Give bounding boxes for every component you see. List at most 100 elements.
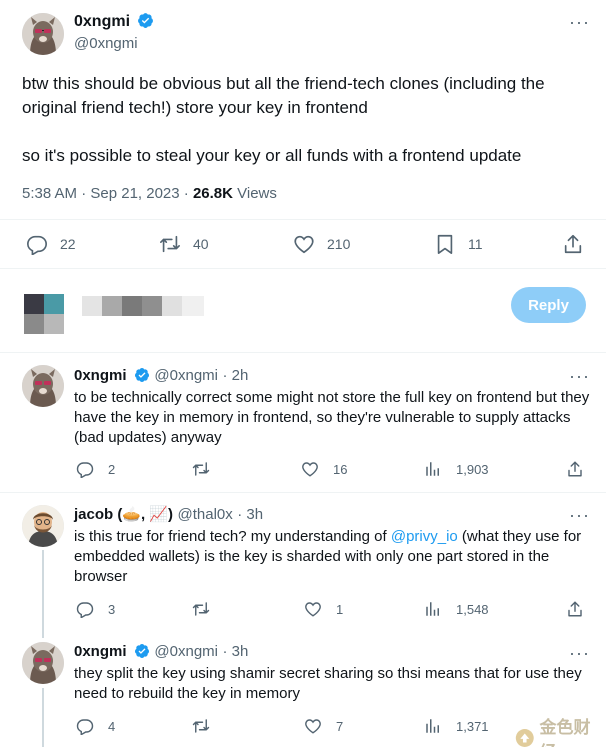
retweet-count: 40 — [193, 236, 209, 252]
reply2-retweet-action[interactable] — [192, 600, 210, 618]
watermark-text: 金色财经 — [539, 718, 591, 747]
more-options-icon[interactable]: ··· — [569, 643, 590, 664]
reply1-like-count: 16 — [333, 461, 348, 477]
more-options-icon[interactable]: ··· — [569, 366, 590, 387]
reply2-like-action[interactable]: 1 — [304, 600, 343, 618]
reply3-header: 0xngmi @0xngmi · 3h — [74, 643, 248, 664]
thread-line — [42, 550, 44, 638]
bookmark-action[interactable]: 11 — [434, 233, 483, 255]
reply3-time[interactable]: · 3h — [222, 643, 248, 660]
views-count: 26.8K — [192, 185, 233, 202]
divider — [0, 219, 606, 220]
share-icon — [568, 461, 582, 477]
retweet-icon — [160, 235, 180, 253]
share-action[interactable] — [562, 233, 584, 255]
reply1-handle[interactable]: @0xngmi — [154, 367, 218, 384]
share-icon — [568, 601, 582, 617]
reply3-like-action[interactable]: 7 — [304, 717, 343, 735]
divider — [0, 492, 606, 493]
divider — [0, 268, 606, 269]
share-icon — [564, 234, 582, 254]
heart-icon — [305, 719, 321, 734]
reply1-like-action[interactable]: 16 — [301, 460, 347, 478]
user-avatar-pixelated[interactable] — [24, 294, 64, 334]
verified-badge-icon — [134, 643, 150, 664]
reply2-header: jacob (🥧, 📈) @thal0x · 3h — [74, 505, 263, 524]
heart-icon — [305, 602, 321, 617]
like-action[interactable]: 210 — [293, 233, 350, 255]
reply2-share-action[interactable] — [566, 600, 584, 618]
reply1-time[interactable]: · 2h — [222, 367, 248, 384]
reply1-views-action[interactable]: 1,903 — [424, 460, 489, 478]
reply1-retweet-action[interactable] — [192, 460, 210, 478]
more-options-icon[interactable]: ··· — [569, 12, 590, 33]
reply3-like-count: 7 — [336, 718, 344, 734]
reply1-header: 0xngmi @0xngmi · 2h — [74, 367, 248, 388]
reply-action[interactable]: 22 — [26, 233, 76, 255]
views-label: Views — [232, 185, 277, 202]
watermark-logo: 金色财经 — [514, 713, 606, 747]
verified-badge-icon — [137, 12, 154, 34]
tweet-meta: 5:38 AM · Sep 21, 2023 · 26.8K Views — [22, 185, 277, 202]
reply-input-placeholder-pixelated[interactable] — [82, 296, 206, 316]
reply3-reply-action[interactable]: 4 — [76, 717, 115, 735]
tweet-text-1: btw this should be obvious but all the f… — [22, 74, 545, 117]
reply1-views-count: 1,903 — [456, 461, 489, 477]
reply3-views-action[interactable]: 1,371 — [424, 717, 489, 735]
reply3-retweet-action[interactable] — [192, 717, 210, 735]
reply-button[interactable]: Reply — [511, 287, 586, 323]
tweet-timestamp[interactable]: 5:38 AM · Sep 21, 2023 · — [22, 185, 193, 202]
reply2-reply-count: 3 — [108, 601, 116, 617]
reply1-avatar[interactable] — [22, 365, 64, 407]
reply1-reply-count: 2 — [108, 461, 116, 477]
watermark-icon — [515, 729, 534, 747]
reply3-reply-count: 4 — [108, 718, 116, 734]
reply1-share-action[interactable] — [566, 460, 584, 478]
retweet-icon — [192, 602, 210, 616]
reply1-reply-action[interactable]: 2 — [76, 460, 115, 478]
reply2-reply-action[interactable]: 3 — [76, 600, 115, 618]
reply2-avatar[interactable] — [22, 505, 64, 547]
heart-icon — [294, 235, 314, 254]
author-handle[interactable]: @0xngmi — [74, 35, 138, 52]
author-avatar[interactable] — [22, 13, 64, 55]
tweet-text-2: so it's possible to steal your key or al… — [22, 146, 522, 165]
reply-count: 22 — [60, 236, 76, 252]
analytics-icon — [426, 602, 439, 616]
divider — [0, 352, 606, 353]
reply3-views-count: 1,371 — [456, 718, 489, 734]
reply-icon — [76, 719, 94, 735]
reply2-name[interactable]: jacob (🥧, 📈) — [74, 506, 173, 523]
verified-badge-icon — [134, 367, 150, 388]
bookmark-count: 11 — [468, 236, 483, 252]
reply2-handle[interactable]: @thal0x — [177, 506, 232, 523]
thread-line — [42, 688, 44, 747]
author-name[interactable]: 0xngmi — [74, 13, 130, 30]
heart-icon — [302, 462, 318, 477]
reply1-text: to be technically correct some might not… — [74, 389, 590, 446]
reply2-time[interactable]: · 3h — [237, 506, 263, 523]
more-options-icon[interactable]: ··· — [569, 505, 590, 526]
reply-icon — [76, 462, 94, 478]
reply2-text-part: is this true for friend tech? my underst… — [74, 528, 391, 545]
reply2-like-count: 1 — [336, 601, 344, 617]
analytics-icon — [426, 719, 439, 733]
retweet-icon — [192, 462, 210, 476]
reply2-text: is this true for friend tech? my underst… — [74, 527, 594, 587]
author-header: 0xngmi — [74, 12, 154, 34]
reply3-avatar[interactable] — [22, 642, 64, 684]
retweet-action[interactable]: 40 — [159, 233, 209, 255]
bookmark-icon — [437, 234, 453, 254]
reply2-views-count: 1,548 — [456, 601, 489, 617]
reply-icon — [76, 602, 94, 618]
retweet-icon — [192, 719, 210, 733]
like-count: 210 — [327, 236, 351, 252]
reply3-text: they split the key using shamir secret s… — [74, 665, 582, 702]
mention-link[interactable]: @privy_io — [391, 528, 458, 545]
reply3-handle[interactable]: @0xngmi — [154, 643, 218, 660]
reply1-name[interactable]: 0xngmi — [74, 367, 127, 384]
reply2-views-action[interactable]: 1,548 — [424, 600, 489, 618]
analytics-icon — [426, 462, 439, 476]
reply-icon — [27, 235, 47, 255]
reply3-name[interactable]: 0xngmi — [74, 643, 127, 660]
